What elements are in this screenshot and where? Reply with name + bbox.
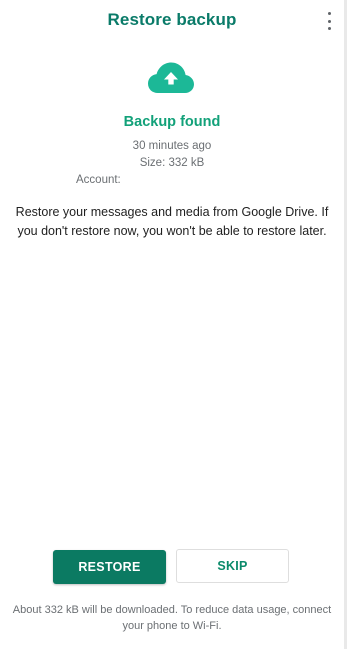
backup-account-label: Account: <box>76 174 121 186</box>
menu-dot <box>327 27 331 30</box>
more-vert-icon[interactable] <box>325 12 333 30</box>
backup-size: Size: 332 kB <box>139 157 205 169</box>
restore-description: Restore your messages and media from Goo… <box>15 205 329 238</box>
page-title: Restore backup <box>107 10 237 29</box>
cloud-upload-icon <box>148 62 194 93</box>
menu-dot <box>327 19 331 23</box>
restore-button[interactable]: RESTORE <box>53 550 166 584</box>
menu-dot <box>327 12 331 15</box>
skip-button[interactable]: SKIP <box>176 549 289 583</box>
backup-time: 30 minutes ago <box>132 140 212 152</box>
backup-status: Backup found <box>123 114 221 130</box>
download-note: About 332 kB will be downloaded. To redu… <box>12 604 332 632</box>
